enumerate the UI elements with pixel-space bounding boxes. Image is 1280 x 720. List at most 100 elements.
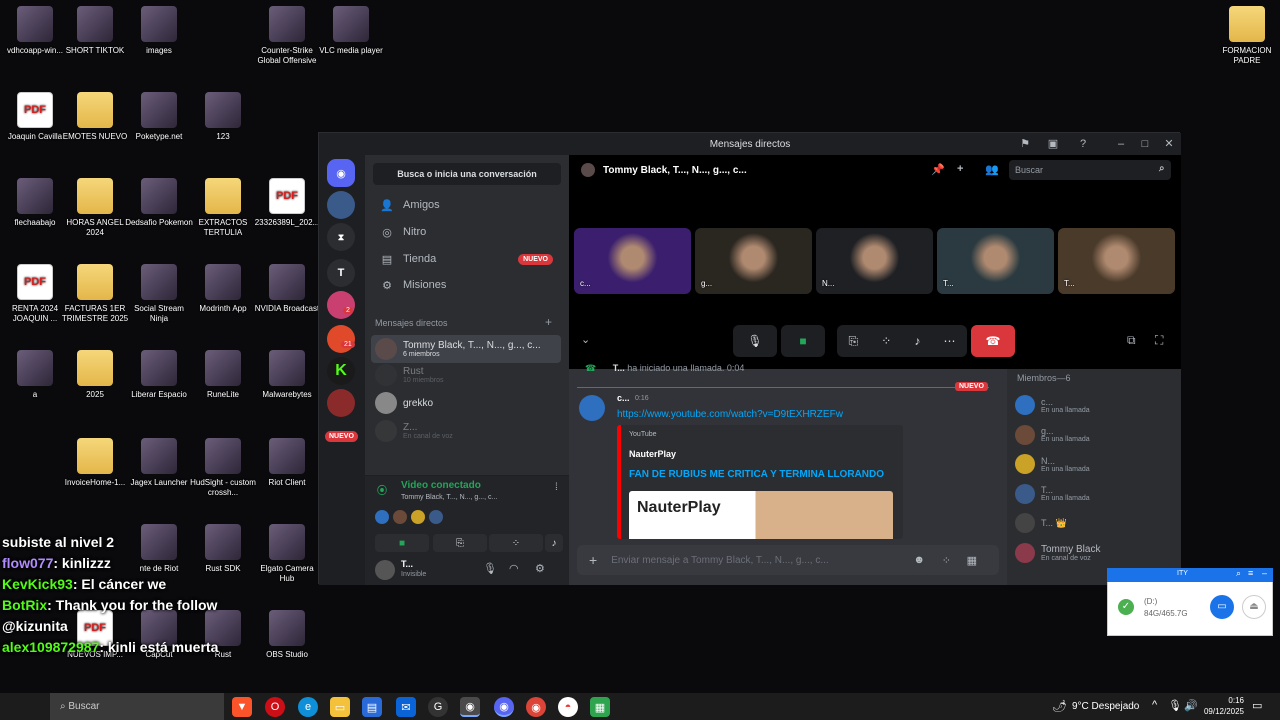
noise-icon[interactable]: ⁞ bbox=[555, 482, 558, 493]
desktop-icon[interactable]: VLC media player bbox=[316, 6, 386, 56]
members-icon[interactable]: 👥 bbox=[985, 163, 999, 176]
edge-icon[interactable]: e bbox=[298, 697, 318, 717]
inbox-icon[interactable]: ⚑ bbox=[1017, 136, 1033, 152]
server-icon[interactable]: T bbox=[327, 259, 355, 287]
video-tile[interactable]: N... bbox=[816, 228, 933, 294]
desktop-icon[interactable]: Malwarebytes bbox=[252, 350, 322, 400]
member-item[interactable]: g... En una llamada bbox=[1015, 423, 1090, 447]
embed-author[interactable]: NauterPlay bbox=[629, 449, 676, 459]
chevron-down-icon[interactable]: ⌄ bbox=[581, 333, 590, 346]
chrome-profile-icon[interactable]: ◉ bbox=[526, 697, 546, 717]
gift-icon[interactable]: ▦ bbox=[967, 554, 977, 567]
nav-shop[interactable]: ▤ Tienda NUEVO bbox=[373, 247, 561, 271]
server-icon[interactable] bbox=[327, 389, 355, 417]
member-item[interactable]: c... En una llamada bbox=[1015, 393, 1090, 417]
popout-icon[interactable]: ⧉ bbox=[1127, 333, 1136, 348]
opera-icon[interactable]: O bbox=[265, 697, 285, 717]
desktop-icon[interactable]: PDF 23326389L_202... bbox=[252, 178, 322, 228]
maximize-button[interactable]: □ bbox=[1137, 136, 1153, 152]
activities-icon[interactable]: ⁘ bbox=[881, 334, 891, 348]
tray-chevron-icon[interactable]: ^ bbox=[1152, 699, 1157, 711]
help-icon[interactable]: ? bbox=[1075, 136, 1091, 152]
desktop-icon[interactable]: EXTRACTOS TERTULIA bbox=[188, 178, 258, 238]
logitech-icon[interactable]: G bbox=[428, 697, 448, 717]
desktop-icon[interactable]: HudSight - custom crossh... bbox=[188, 438, 258, 498]
minimize-icon[interactable]: – bbox=[1262, 568, 1267, 578]
eject-icon[interactable]: ⏏ bbox=[1242, 595, 1266, 619]
camera-button[interactable]: ■ bbox=[375, 534, 429, 552]
server-icon[interactable] bbox=[327, 191, 355, 219]
notifications-icon[interactable]: ▭ bbox=[1252, 699, 1262, 712]
hangup-button[interactable]: ☎ bbox=[971, 325, 1015, 357]
create-dm-icon[interactable]: + bbox=[545, 315, 552, 329]
chrome-icon[interactable]: ◉ bbox=[460, 697, 480, 717]
soundboard-button[interactable]: ♪ bbox=[545, 534, 563, 552]
desktop-icon[interactable]: RuneLite bbox=[188, 350, 258, 400]
desktop-icon[interactable]: Jagex Launcher bbox=[124, 438, 194, 488]
more-icon[interactable]: ⋯ bbox=[943, 334, 955, 348]
open-folder-icon[interactable]: ▭ bbox=[1210, 595, 1234, 619]
desktop-icon[interactable]: SHORT TIKTOK bbox=[60, 6, 130, 56]
server-icon[interactable]: ⧗ bbox=[327, 223, 355, 251]
activities-button[interactable]: ⁘ bbox=[489, 534, 543, 552]
server-icon[interactable] bbox=[327, 325, 355, 353]
clock[interactable]: 0:16 09/12/2025 bbox=[1200, 695, 1244, 717]
embed-title[interactable]: FAN DE RUBIUS ME CRITICA Y TERMINA LLORA… bbox=[629, 469, 884, 480]
desktop-icon[interactable]: FACTURAS 1ER TRIMESTRE 2025 bbox=[60, 264, 130, 324]
pokeball-icon[interactable]: ◓ bbox=[558, 697, 578, 717]
discord-icon[interactable]: ◉ bbox=[494, 697, 514, 717]
desktop-icon[interactable]: NVIDIA Broadcast bbox=[252, 264, 322, 314]
nav-quests[interactable]: ⚙ Misiones bbox=[373, 273, 561, 297]
server-icon[interactable] bbox=[327, 291, 355, 319]
brave-icon[interactable]: ▼ bbox=[232, 697, 252, 717]
kick-icon[interactable]: K bbox=[327, 357, 355, 385]
dm-item[interactable]: Tommy Black, T..., N..., g..., c... 6 mie… bbox=[371, 335, 561, 363]
desktop-icon[interactable]: images bbox=[124, 6, 194, 56]
desktop-icon[interactable]: 123 bbox=[188, 92, 258, 142]
store-icon[interactable]: ▤ bbox=[362, 697, 382, 717]
desktop-icon[interactable]: Liberar Espacio bbox=[124, 350, 194, 400]
message-author[interactable]: c... bbox=[617, 393, 630, 403]
taskbar-search[interactable]: ⌕ Buscar bbox=[50, 693, 224, 720]
screen-icon[interactable]: ▣ bbox=[1045, 136, 1061, 152]
volume-icon[interactable]: 🔊 bbox=[1184, 699, 1198, 712]
video-thumbnail[interactable]: NauterPlay bbox=[629, 491, 893, 539]
mic-tray-icon[interactable]: 🎙 bbox=[1168, 699, 1182, 712]
mic-button[interactable]: 🎙 bbox=[733, 325, 777, 357]
member-item[interactable]: T... En una llamada bbox=[1015, 482, 1090, 506]
desktop-icon[interactable]: HORAS ANGEL 2024 bbox=[60, 178, 130, 238]
message-composer[interactable]: + Enviar mensaje a Tommy Black, T..., N.… bbox=[577, 545, 999, 575]
video-tile[interactable]: T... bbox=[1058, 228, 1175, 294]
desktop-icon[interactable]: OBS Studio bbox=[252, 610, 322, 660]
mic-icon[interactable]: 🎙 bbox=[483, 562, 497, 575]
desktop-icon[interactable]: FORMACION PADRE bbox=[1212, 6, 1280, 66]
desktop-icon[interactable]: 2025 bbox=[60, 350, 130, 400]
weather-text[interactable]: 9°C Despejado bbox=[1072, 701, 1139, 712]
video-tile[interactable]: g... bbox=[695, 228, 812, 294]
message-link[interactable]: https://www.youtube.com/watch?v=D9tEXHRZ… bbox=[617, 409, 843, 420]
search-input[interactable]: Buscar bbox=[1009, 160, 1171, 180]
dm-item[interactable]: grekko bbox=[371, 389, 561, 417]
member-item[interactable]: T... 👑 bbox=[1015, 511, 1067, 535]
desktop-icon[interactable]: Poketype.net bbox=[124, 92, 194, 142]
avatar[interactable] bbox=[375, 560, 395, 580]
screenshare-button[interactable]: ⎘ bbox=[433, 534, 487, 552]
member-item[interactable]: Tommy Black En canal de voz bbox=[1015, 541, 1100, 565]
nav-friends[interactable]: 👤 Amigos bbox=[373, 193, 561, 217]
desktop-icon[interactable]: Social Stream Ninja bbox=[124, 264, 194, 324]
desktop-icon[interactable]: Modrinth App bbox=[188, 264, 258, 314]
discord-home-icon[interactable]: ◉ bbox=[327, 159, 355, 187]
desktop-icon[interactable]: Elgato Camera Hub bbox=[252, 524, 322, 584]
fullscreen-icon[interactable]: ⛶ bbox=[1155, 333, 1163, 348]
desktop-icon[interactable]: Dedsafio Pokemon bbox=[124, 178, 194, 228]
desktop-icon[interactable]: InvoiceHome-1... bbox=[60, 438, 130, 488]
author-avatar[interactable] bbox=[579, 395, 605, 421]
desktop-icon[interactable]: Riot Client bbox=[252, 438, 322, 488]
add-member-icon[interactable]: + bbox=[957, 163, 963, 175]
attach-plus-icon[interactable]: + bbox=[589, 552, 597, 568]
settings-gear-icon[interactable]: ⚙ bbox=[535, 562, 545, 575]
soundboard-icon[interactable]: ♪ bbox=[914, 334, 920, 348]
file-explorer-icon[interactable]: ▭ bbox=[330, 697, 350, 717]
dm-item[interactable]: Rust 10 miembros bbox=[371, 361, 561, 389]
outlook-icon[interactable]: ✉ bbox=[396, 697, 416, 717]
